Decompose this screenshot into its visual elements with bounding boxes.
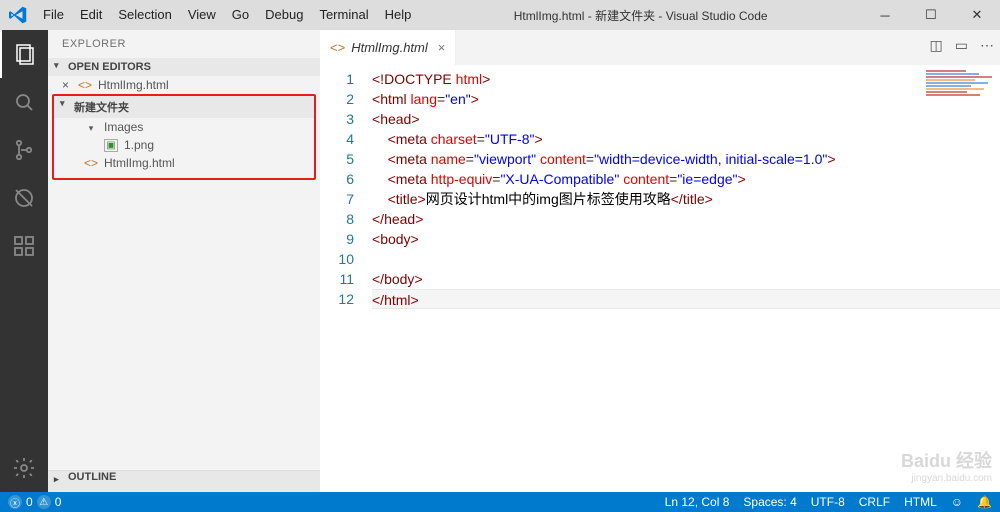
maximize-button[interactable]: ☐ [908, 0, 954, 30]
tab-label: HtmlImg.html [351, 40, 428, 55]
highlighted-folder-region: 新建文件夹 Images ▣ 1.png <> HtmlImg.html [52, 94, 316, 180]
language-mode[interactable]: HTML [904, 495, 937, 509]
tree-file-html[interactable]: <> HtmlImg.html [54, 154, 314, 172]
encoding[interactable]: UTF-8 [811, 495, 845, 509]
menu-edit[interactable]: Edit [72, 0, 110, 30]
code-lines[interactable]: <!DOCTYPE html><html lang="en"><head> <m… [372, 69, 1000, 492]
settings-gear-icon[interactable] [0, 444, 48, 492]
errors-icon[interactable]: ⓧ [8, 495, 22, 509]
menu-bar: FileEditSelectionViewGoDebugTerminalHelp [35, 0, 419, 30]
open-editor-entry[interactable]: × <> HtmlImg.html [48, 76, 320, 94]
editor-pane: <> HtmlImg.html × ◫ ▭ ⋯ 123456789101112 … [320, 30, 1000, 492]
close-tab-icon[interactable]: × [434, 40, 446, 55]
layout-icon[interactable]: ▭ [955, 37, 968, 54]
menu-file[interactable]: File [35, 0, 72, 30]
menu-debug[interactable]: Debug [257, 0, 311, 30]
tab-htmlimg[interactable]: <> HtmlImg.html × [320, 30, 456, 65]
status-bar: ⓧ 0 ⚠ 0 Ln 12, Col 8 Spaces: 4 UTF-8 CRL… [0, 492, 1000, 512]
code-editor[interactable]: 123456789101112 <!DOCTYPE html><html lan… [320, 65, 1000, 492]
source-control-icon[interactable] [0, 126, 48, 174]
bell-icon[interactable]: 🔔 [977, 495, 992, 509]
html-file-icon: <> [330, 40, 345, 55]
debug-icon[interactable] [0, 174, 48, 222]
search-icon[interactable] [0, 78, 48, 126]
activity-bar [0, 30, 48, 492]
html-file-icon: <> [78, 78, 92, 92]
chevron-down-icon [84, 120, 98, 134]
indentation[interactable]: Spaces: 4 [743, 495, 796, 509]
explorer-sidebar: EXPLORER OPEN EDITORS × <> HtmlImg.html … [48, 30, 320, 492]
menu-selection[interactable]: Selection [110, 0, 179, 30]
menu-go[interactable]: Go [224, 0, 257, 30]
tree-folder-images[interactable]: Images [54, 118, 314, 136]
html-file-icon: <> [84, 156, 98, 170]
menu-view[interactable]: View [180, 0, 224, 30]
eol[interactable]: CRLF [859, 495, 890, 509]
feedback-icon[interactable]: ☺ [951, 495, 963, 509]
window-title: HtmlImg.html - 新建文件夹 - Visual Studio Cod… [419, 7, 862, 24]
editor-actions: ◫ ▭ ⋯ [930, 37, 994, 54]
extensions-icon[interactable] [0, 222, 48, 270]
menu-terminal[interactable]: Terminal [311, 0, 376, 30]
close-icon[interactable]: × [62, 78, 69, 92]
tree-label: 1.png [124, 138, 154, 152]
split-editor-icon[interactable]: ◫ [930, 37, 943, 54]
titlebar: FileEditSelectionViewGoDebugTerminalHelp… [0, 0, 1000, 30]
cursor-position[interactable]: Ln 12, Col 8 [665, 495, 730, 509]
warning-count[interactable]: 0 [55, 495, 62, 509]
tree-file-png[interactable]: ▣ 1.png [54, 136, 314, 154]
tree-label: Images [104, 120, 143, 134]
close-button[interactable]: ✕ [954, 0, 1000, 30]
outline-section[interactable]: OUTLINE [48, 470, 320, 492]
warnings-icon[interactable]: ⚠ [37, 495, 51, 509]
open-editor-name: HtmlImg.html [98, 78, 169, 92]
more-icon[interactable]: ⋯ [980, 37, 994, 54]
explorer-icon[interactable] [0, 30, 48, 78]
minimap[interactable] [926, 70, 986, 98]
line-gutter: 123456789101112 [320, 69, 372, 492]
error-count[interactable]: 0 [26, 495, 33, 509]
workspace-folder[interactable]: 新建文件夹 [54, 96, 314, 118]
main: EXPLORER OPEN EDITORS × <> HtmlImg.html … [0, 30, 1000, 492]
open-editors-section[interactable]: OPEN EDITORS [48, 58, 320, 76]
tree-label: HtmlImg.html [104, 156, 175, 170]
menu-help[interactable]: Help [377, 0, 420, 30]
image-file-icon: ▣ [104, 139, 118, 152]
sidebar-header: EXPLORER [48, 30, 320, 58]
minimize-button[interactable]: ─ [862, 0, 908, 30]
editor-tabs: <> HtmlImg.html × [320, 30, 1000, 65]
vscode-logo-icon [0, 0, 35, 30]
